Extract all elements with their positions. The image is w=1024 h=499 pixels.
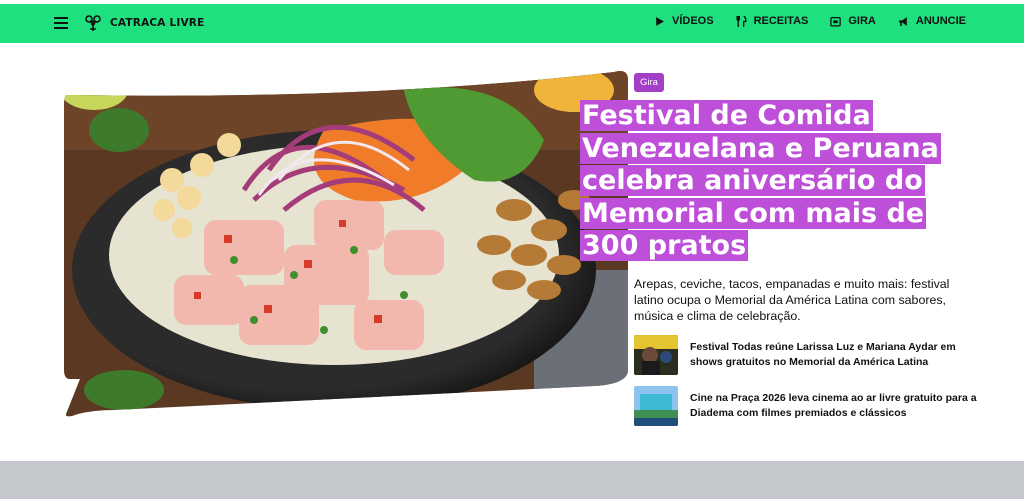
outdoor-cinema-thumbnail[interactable] bbox=[634, 386, 678, 426]
category-tag[interactable]: Gira bbox=[634, 73, 664, 92]
related-article-2[interactable]: Cine na Praça 2026 leva cinema ao ar liv… bbox=[634, 386, 979, 426]
nav-videos[interactable]: VÍDEOS bbox=[654, 15, 714, 27]
nav-anuncie[interactable]: ANUNCIE bbox=[898, 15, 966, 27]
megaphone-icon bbox=[898, 16, 907, 26]
article-summary: Arepas, ceviche, tacos, empanadas e muit… bbox=[634, 277, 950, 323]
cutlery-icon bbox=[736, 15, 747, 27]
headline-text: Festival de Comida Venezuelana e Peruana… bbox=[580, 100, 941, 261]
hero-image[interactable] bbox=[54, 70, 628, 420]
nav-anuncie-label: ANUNCIE bbox=[915, 15, 966, 27]
top-navbar: CATRACA LIVRE VÍDEOS RECEITAS GIRA ANUNC… bbox=[0, 4, 1024, 43]
ticket-icon bbox=[830, 16, 842, 27]
related-article-1[interactable]: Festival Todas reúne Larissa Luz e Maria… bbox=[634, 335, 979, 375]
related-article-2-title[interactable]: Cine na Praça 2026 leva cinema ao ar liv… bbox=[690, 391, 979, 426]
menu-icon[interactable] bbox=[54, 17, 68, 29]
logo-text: CATRACA LIVRE bbox=[110, 17, 205, 29]
nav-receitas[interactable]: RECEITAS bbox=[736, 15, 809, 27]
headline[interactable]: Festival de Comida Venezuelana e Peruana… bbox=[580, 100, 960, 263]
nav-receitas-label: RECEITAS bbox=[753, 15, 809, 27]
concert-photo-thumbnail[interactable] bbox=[634, 335, 678, 375]
footer-band bbox=[0, 461, 1024, 499]
logo-mark-icon bbox=[85, 15, 101, 31]
main-nav: VÍDEOS RECEITAS GIRA ANUNCIE bbox=[654, 15, 966, 27]
nav-videos-label: VÍDEOS bbox=[671, 15, 714, 27]
nav-gira[interactable]: GIRA bbox=[830, 15, 876, 27]
nav-gira-label: GIRA bbox=[848, 15, 876, 27]
related-article-1-title[interactable]: Festival Todas reúne Larissa Luz e Maria… bbox=[690, 340, 979, 375]
play-icon bbox=[656, 16, 664, 26]
site-logo[interactable]: CATRACA LIVRE bbox=[84, 14, 204, 32]
